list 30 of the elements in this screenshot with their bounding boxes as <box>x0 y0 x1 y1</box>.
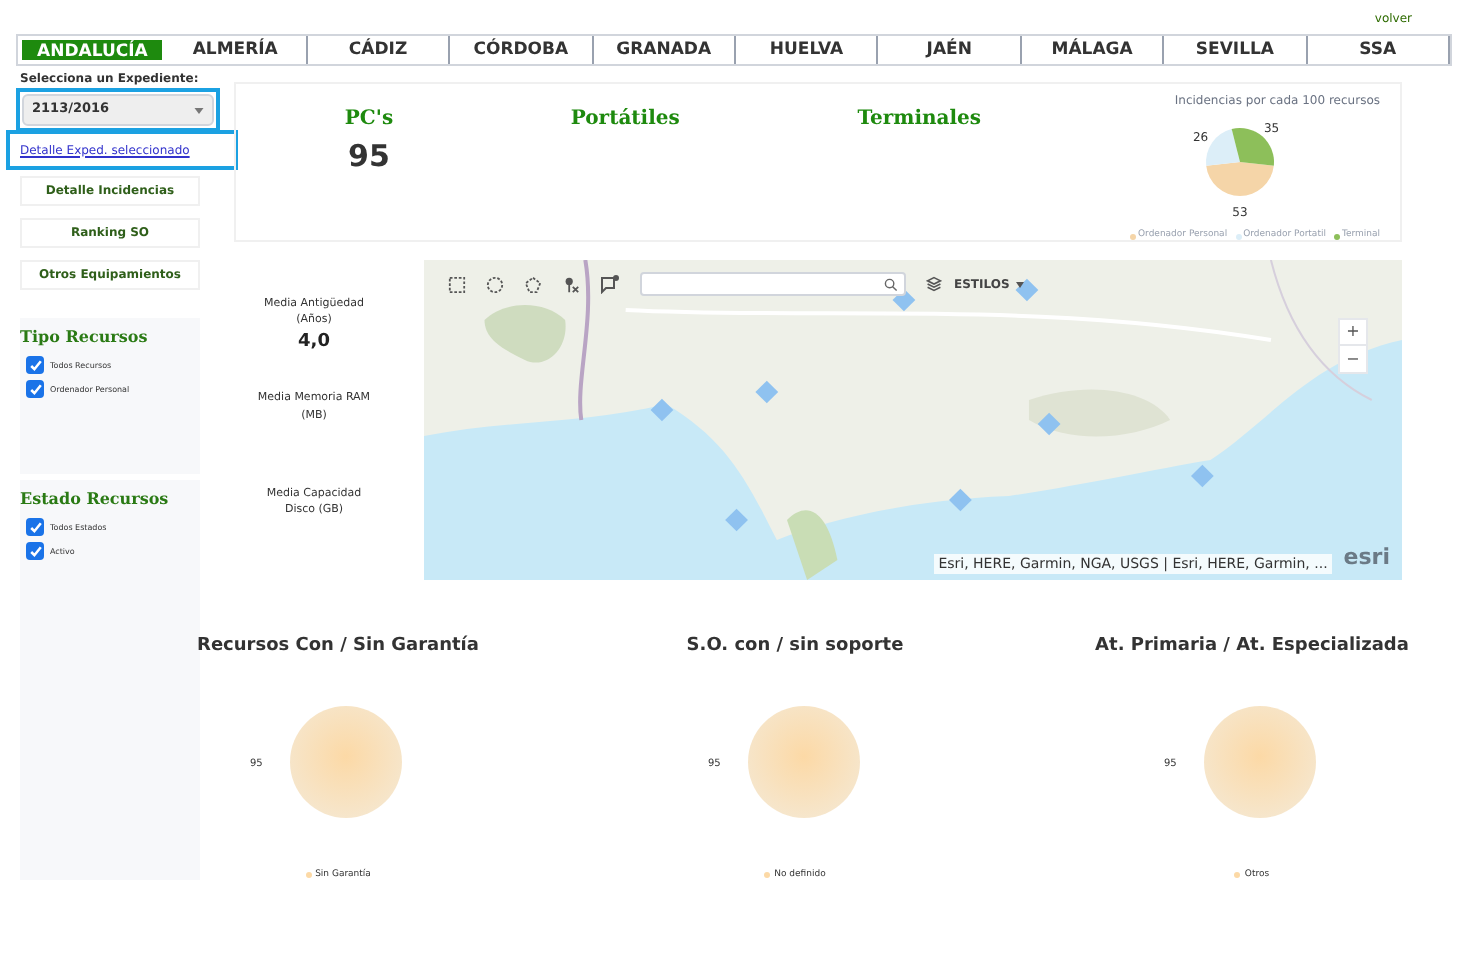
checkbox[interactable] <box>26 542 44 560</box>
checkbox[interactable] <box>26 518 44 536</box>
counter-value: 95 <box>348 136 390 178</box>
chart-title: S.O. con / sin soporte <box>686 634 904 660</box>
counter-label: PC's <box>344 106 394 134</box>
filter-title: Tipo Recursos <box>20 324 150 348</box>
pie-slice <box>747 705 859 817</box>
pie-slice <box>290 705 402 817</box>
zoom-in-button[interactable]: + <box>1340 320 1366 346</box>
polygon-select-icon[interactable] <box>524 275 542 293</box>
search-icon <box>884 277 898 291</box>
pie-slice <box>1204 705 1316 817</box>
counter-label: Terminales <box>857 106 982 134</box>
checkbox[interactable] <box>26 380 44 398</box>
stat-value: 4,0 <box>298 329 330 355</box>
checkbox[interactable] <box>26 356 44 374</box>
rectangle-select-icon[interactable] <box>448 275 466 293</box>
comment-icon[interactable] <box>600 274 620 294</box>
caret-icon <box>194 107 204 113</box>
chart-title: At. Primaria / At. Especializada <box>1095 634 1409 660</box>
circle-select-icon[interactable] <box>486 275 504 293</box>
zoom-out-button[interactable]: − <box>1340 346 1366 372</box>
search-field[interactable] <box>640 272 906 296</box>
counter-label: Portátiles <box>570 106 680 134</box>
region-tab[interactable]: ANDALUCÍA <box>18 36 165 64</box>
chart-title: Recursos Con / Sin Garantía <box>197 634 479 660</box>
esri-logo: esri <box>1343 541 1390 573</box>
clear-pin-icon[interactable] <box>562 275 580 293</box>
layers-icon[interactable] <box>926 276 942 292</box>
filter-title: Estado Recursos <box>20 486 171 510</box>
